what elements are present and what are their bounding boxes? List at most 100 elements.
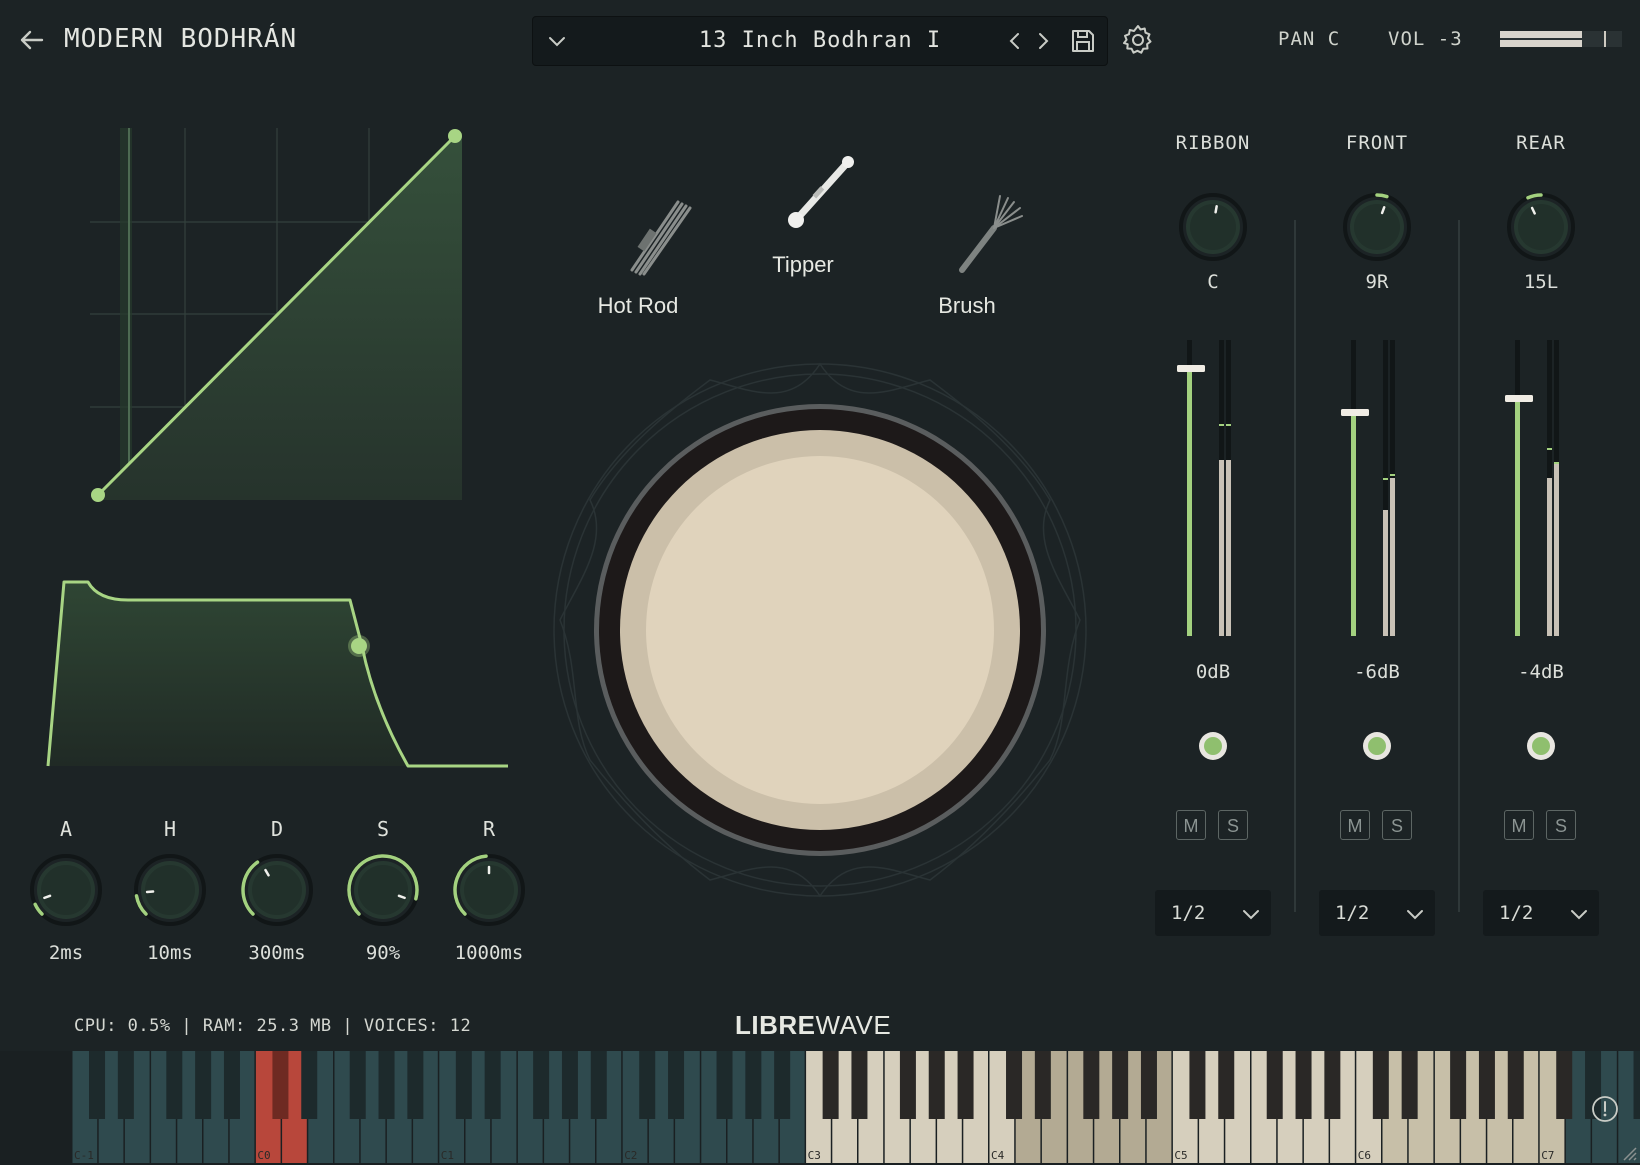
black-key[interactable] bbox=[1034, 1051, 1051, 1119]
envelope-value-r[interactable]: 1000ms bbox=[439, 942, 539, 964]
save-icon[interactable] bbox=[1069, 27, 1097, 55]
envelope-knob-h[interactable] bbox=[133, 853, 207, 927]
black-key[interactable] bbox=[455, 1051, 472, 1119]
level-value-rear[interactable]: -4dB bbox=[1491, 661, 1591, 683]
black-key[interactable] bbox=[1266, 1051, 1283, 1119]
black-key[interactable] bbox=[223, 1051, 240, 1119]
fader-ribbon[interactable] bbox=[1177, 338, 1237, 638]
black-key[interactable] bbox=[1006, 1051, 1023, 1119]
black-key[interactable] bbox=[1372, 1051, 1389, 1119]
chevron-down-icon bbox=[1243, 910, 1259, 920]
envelope-value-a[interactable]: 2ms bbox=[16, 942, 116, 964]
mute-button-front[interactable]: M bbox=[1340, 810, 1370, 840]
black-key[interactable] bbox=[1140, 1051, 1157, 1119]
mallet-brush[interactable] bbox=[950, 190, 1030, 280]
output-volume-meter[interactable] bbox=[1500, 31, 1622, 47]
black-key[interactable] bbox=[1218, 1051, 1235, 1119]
black-key[interactable] bbox=[745, 1051, 762, 1119]
black-key[interactable] bbox=[1450, 1051, 1467, 1119]
level-value-front[interactable]: -6dB bbox=[1327, 661, 1427, 683]
mallet-label-hot-rod[interactable]: Hot Rod bbox=[568, 293, 708, 319]
black-key[interactable] bbox=[590, 1051, 607, 1119]
black-key[interactable] bbox=[166, 1051, 183, 1119]
preset-browser[interactable]: 13 Inch Bodhran I bbox=[532, 16, 1108, 66]
volume-readout[interactable]: VOL -3 bbox=[1388, 28, 1463, 50]
alert-icon[interactable] bbox=[1590, 1094, 1620, 1124]
black-key[interactable] bbox=[1478, 1051, 1495, 1119]
mallet-hot-rod[interactable] bbox=[620, 190, 700, 280]
velocity-curve-graph[interactable] bbox=[90, 128, 462, 503]
drum-head[interactable] bbox=[646, 456, 994, 804]
black-key[interactable] bbox=[561, 1051, 578, 1119]
output-select-rear[interactable]: 1/2 bbox=[1483, 890, 1599, 936]
pan-knob-rear[interactable] bbox=[1506, 192, 1576, 262]
black-key[interactable] bbox=[822, 1051, 839, 1119]
chevron-left-icon[interactable] bbox=[1007, 30, 1023, 52]
pan-readout[interactable]: PAN C bbox=[1278, 28, 1340, 50]
fader-rear[interactable] bbox=[1505, 338, 1565, 638]
black-key[interactable] bbox=[89, 1051, 106, 1119]
octave-label: C-1 bbox=[74, 1149, 94, 1162]
gear-icon[interactable] bbox=[1122, 24, 1154, 56]
black-key[interactable] bbox=[1507, 1051, 1524, 1119]
envelope-value-h[interactable]: 10ms bbox=[120, 942, 220, 964]
fader-front[interactable] bbox=[1341, 338, 1401, 638]
black-key[interactable] bbox=[1633, 1051, 1640, 1119]
level-value-ribbon[interactable]: 0dB bbox=[1163, 661, 1263, 683]
black-key[interactable] bbox=[195, 1051, 212, 1119]
black-key[interactable] bbox=[1083, 1051, 1100, 1119]
black-key[interactable] bbox=[272, 1051, 289, 1119]
mute-button-rear[interactable]: M bbox=[1504, 810, 1534, 840]
black-key[interactable] bbox=[349, 1051, 366, 1119]
black-key[interactable] bbox=[1324, 1051, 1341, 1119]
drum-pad[interactable] bbox=[550, 350, 1090, 910]
black-key[interactable] bbox=[484, 1051, 501, 1119]
black-key[interactable] bbox=[301, 1051, 318, 1119]
envelope-value-s[interactable]: 90% bbox=[333, 942, 433, 964]
pan-value-rear[interactable]: 15L bbox=[1491, 271, 1591, 293]
black-key[interactable] bbox=[533, 1051, 550, 1119]
black-key[interactable] bbox=[851, 1051, 868, 1119]
black-key[interactable] bbox=[957, 1051, 974, 1119]
envelope-knob-a[interactable] bbox=[29, 853, 103, 927]
piano-keyboard[interactable]: C-1 C0 C1 C2 C3 C4 C5 C6 C7 bbox=[0, 1051, 1640, 1165]
black-key[interactable] bbox=[774, 1051, 791, 1119]
solo-button-rear[interactable]: S bbox=[1546, 810, 1576, 840]
black-key[interactable] bbox=[639, 1051, 656, 1119]
black-key[interactable] bbox=[899, 1051, 916, 1119]
solo-button-front[interactable]: S bbox=[1382, 810, 1412, 840]
envelope-knob-s[interactable] bbox=[346, 853, 420, 927]
chevron-right-icon[interactable] bbox=[1035, 30, 1051, 52]
black-key[interactable] bbox=[1556, 1051, 1573, 1119]
mallet-label-brush[interactable]: Brush bbox=[897, 293, 1037, 319]
envelope-knob-d[interactable] bbox=[240, 853, 314, 927]
black-key[interactable] bbox=[1295, 1051, 1312, 1119]
black-key[interactable] bbox=[117, 1051, 134, 1119]
envelope-value-d[interactable]: 300ms bbox=[227, 942, 327, 964]
solo-button-ribbon[interactable]: S bbox=[1218, 810, 1248, 840]
pan-value-front[interactable]: 9R bbox=[1327, 271, 1427, 293]
pan-knob-ribbon[interactable] bbox=[1178, 192, 1248, 262]
black-key[interactable] bbox=[668, 1051, 685, 1119]
black-key[interactable] bbox=[1112, 1051, 1129, 1119]
pan-value-ribbon[interactable]: C bbox=[1163, 271, 1263, 293]
black-key[interactable] bbox=[1401, 1051, 1418, 1119]
resize-handle-icon[interactable] bbox=[1622, 1146, 1638, 1162]
back-arrow-icon[interactable] bbox=[16, 24, 48, 56]
mallet-label-tipper[interactable]: Tipper bbox=[733, 252, 873, 278]
pan-knob-front[interactable] bbox=[1342, 192, 1412, 262]
channel-enable-toggle-ribbon[interactable] bbox=[1197, 730, 1229, 762]
output-select-front[interactable]: 1/2 bbox=[1319, 890, 1435, 936]
envelope-knob-r[interactable] bbox=[452, 853, 526, 927]
black-key[interactable] bbox=[928, 1051, 945, 1119]
mute-button-ribbon[interactable]: M bbox=[1176, 810, 1206, 840]
mallet-tipper[interactable] bbox=[782, 152, 862, 232]
black-key[interactable] bbox=[1189, 1051, 1206, 1119]
channel-enable-toggle-rear[interactable] bbox=[1525, 730, 1557, 762]
black-key[interactable] bbox=[378, 1051, 395, 1119]
black-key[interactable] bbox=[407, 1051, 424, 1119]
black-key[interactable] bbox=[716, 1051, 733, 1119]
channel-enable-toggle-front[interactable] bbox=[1361, 730, 1393, 762]
output-select-ribbon[interactable]: 1/2 bbox=[1155, 890, 1271, 936]
envelope-graph[interactable] bbox=[44, 576, 512, 772]
